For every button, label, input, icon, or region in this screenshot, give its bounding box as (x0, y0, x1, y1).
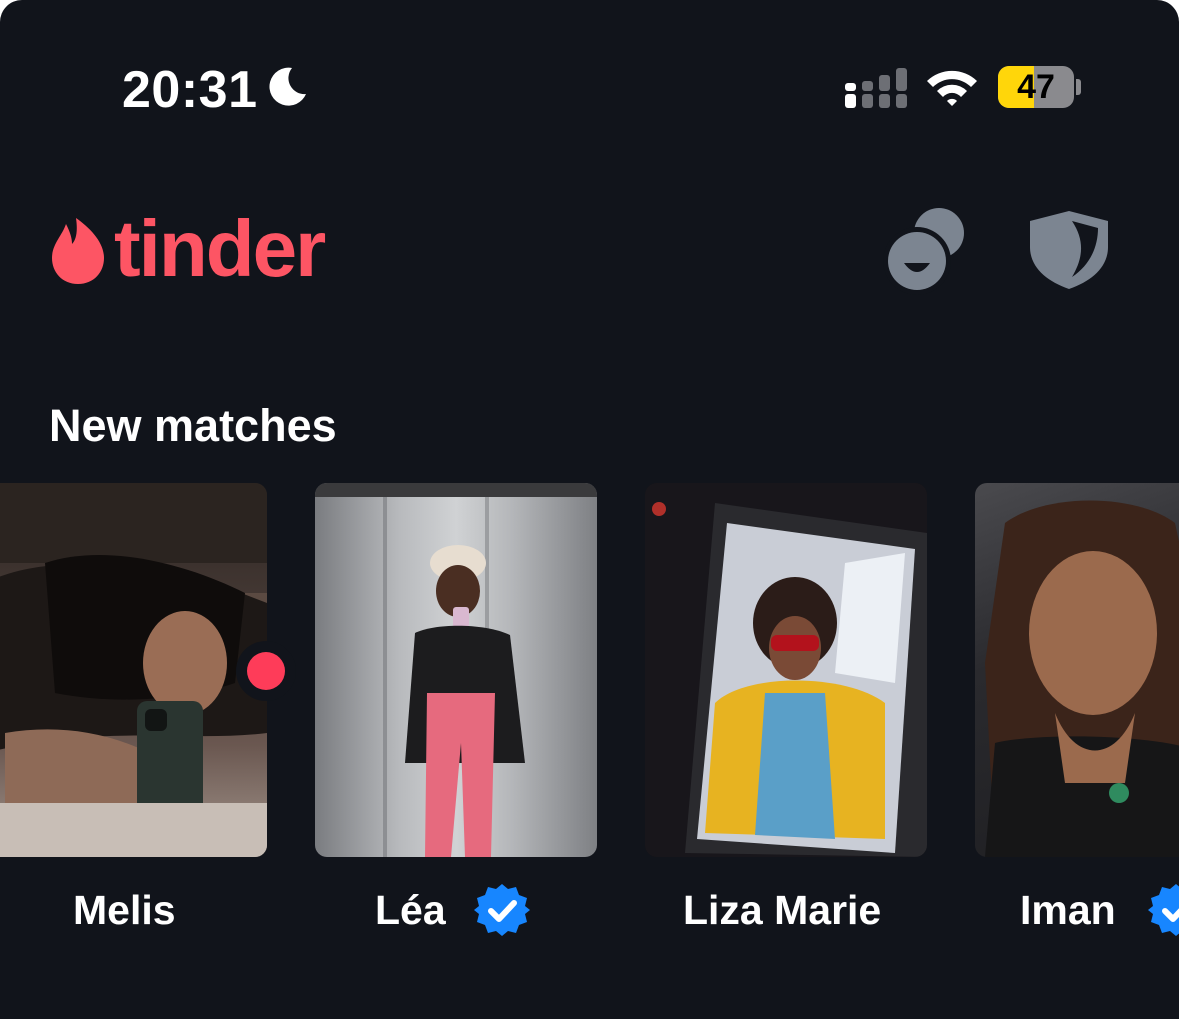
match-card-lea[interactable] (315, 483, 597, 857)
battery-nub (1076, 79, 1081, 95)
cellular-signal-icon (845, 68, 907, 108)
verified-badge-icon (1148, 884, 1179, 936)
safety-button[interactable] (1024, 205, 1114, 295)
match-card-liza-marie[interactable] (645, 483, 927, 857)
tinder-messages-screen: 20:31 47 tinder New matches Melis Léa Li… (0, 0, 1179, 1019)
flame-icon (52, 218, 104, 284)
status-time: 20:31 (122, 61, 258, 119)
match-name: Melis (73, 887, 176, 933)
match-card-melis[interactable] (0, 483, 267, 857)
battery-percentage: 47 (1017, 68, 1055, 106)
logo-wordmark: tinder (114, 204, 326, 293)
explore-icon (883, 208, 964, 295)
match-photo (975, 483, 1179, 857)
explore-button[interactable] (876, 205, 966, 295)
safety-shield-icon (1030, 211, 1108, 289)
new-matches-title: New matches (49, 400, 337, 451)
moon-icon (269, 67, 306, 106)
unread-indicator (236, 641, 296, 701)
battery-icon: 47 (998, 66, 1074, 108)
match-name: Liza Marie (683, 887, 882, 933)
match-photo (645, 483, 927, 857)
match-photo (315, 483, 597, 857)
wifi-icon (927, 70, 977, 106)
match-photo (0, 483, 267, 857)
verified-badge-icon (474, 884, 530, 936)
match-name: Léa (375, 887, 446, 933)
match-name: Iman (1020, 887, 1116, 933)
match-card-iman[interactable] (975, 483, 1179, 857)
